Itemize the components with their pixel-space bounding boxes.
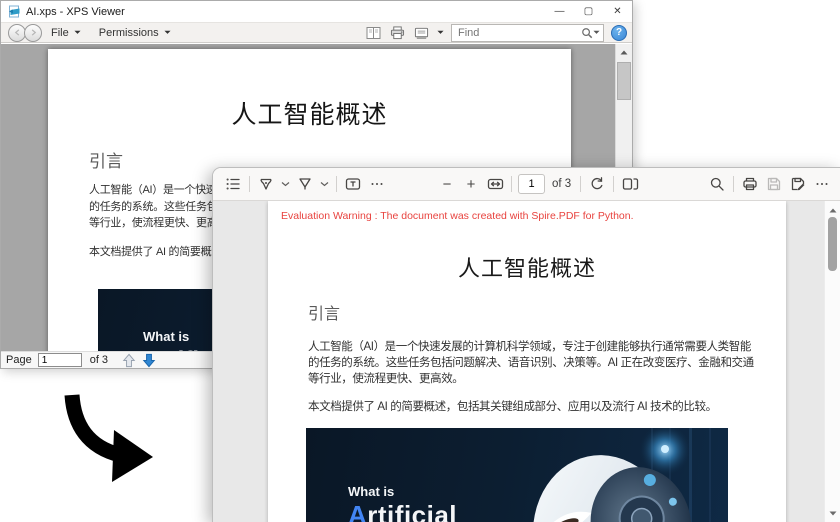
forward-button[interactable] (24, 23, 42, 42)
previous-page-button[interactable] (122, 353, 136, 368)
pdf-page-number-input[interactable] (518, 174, 545, 194)
chevron-down-icon[interactable] (593, 30, 600, 35)
chevron-down-icon (74, 30, 81, 34)
save-button[interactable] (762, 172, 786, 196)
signature-button[interactable] (413, 24, 430, 41)
rotate-button[interactable] (585, 172, 609, 196)
scroll-up-arrow-icon[interactable] (825, 203, 840, 217)
maximize-button[interactable]: ▢ (574, 1, 603, 22)
scroll-up-arrow-icon[interactable] (616, 44, 632, 60)
pdf-toolbar: − + of 3 (213, 168, 840, 201)
curved-arrow-annotation (64, 394, 153, 482)
pdf-scrollbar[interactable] (824, 201, 840, 522)
pdf-toolbar-center: − + of 3 (435, 172, 642, 196)
pdf-viewer-window: − + of 3 (212, 167, 840, 522)
pdf-toolbar-right (705, 172, 834, 196)
more-tools-button[interactable] (365, 172, 389, 196)
search-icon[interactable] (581, 27, 593, 39)
fit-to-width-button[interactable] (483, 172, 507, 196)
pdf-print-button[interactable] (738, 172, 762, 196)
find-box (451, 23, 604, 42)
section-heading: 引言 (89, 152, 123, 171)
xps-window-controls: — ▢ ✕ (545, 1, 632, 22)
xps-toolbar: File Permissions Find ? (1, 22, 632, 43)
caption-rest: rtificial (367, 500, 458, 522)
more-options-button[interactable] (810, 172, 834, 196)
draw-pen-button[interactable] (254, 172, 278, 196)
zoom-in-button[interactable]: + (459, 172, 483, 196)
toolbar-divider (249, 176, 250, 192)
xps-toolbar-right: ? (365, 23, 632, 42)
highlighter-button[interactable] (293, 172, 317, 196)
image-caption-line1: What is (348, 484, 395, 499)
xps-app-icon (8, 5, 21, 18)
image-caption-line2: Artificial (348, 500, 457, 522)
menu-file-label: File (51, 26, 69, 39)
xps-titlebar[interactable]: AI.xps - XPS Viewer — ▢ ✕ (1, 1, 632, 22)
document-title: 人工智能概述 (231, 101, 388, 129)
scroll-down-arrow-icon[interactable] (825, 506, 840, 520)
page-count-label: of 3 (89, 354, 109, 366)
chevron-down-icon[interactable] (437, 30, 444, 35)
paragraph-line: 等行业，使流程更快、更高效。 (308, 373, 464, 385)
image-caption-line1: What is (143, 329, 190, 344)
paragraph-2: 本文档提供了 AI 的简要概述，包括其关键组成部分、应用以及流行 AI 技术的比… (308, 401, 717, 413)
page-number-input[interactable] (37, 353, 82, 367)
zoom-out-button[interactable]: − (435, 172, 459, 196)
document-title: 人工智能概述 (457, 256, 596, 281)
toolbar-divider (613, 176, 615, 192)
search-button[interactable] (705, 172, 729, 196)
toolbar-divider (580, 176, 582, 192)
next-page-button[interactable] (142, 353, 156, 368)
page-view-button[interactable] (618, 172, 642, 196)
draw-pen-dropdown[interactable] (278, 172, 293, 196)
save-as-button[interactable] (786, 172, 810, 196)
close-button[interactable]: ✕ (603, 1, 632, 22)
pdf-document-page: Evaluation Warning : The document was cr… (268, 201, 786, 522)
paragraph-1: 人工智能（AI）是一个快速发展的计算机科学领域，专注于创建能够执行通常需要人类智… (308, 339, 754, 387)
page-label: Page (6, 354, 32, 366)
toolbar-divider (511, 176, 512, 192)
ai-illustration-image: What is Artificial (306, 428, 728, 522)
page-layout-button[interactable] (365, 24, 382, 41)
table-of-contents-button[interactable] (221, 172, 245, 196)
accent-letter: A (348, 500, 368, 522)
navigation-buttons (8, 23, 42, 42)
menu-file[interactable]: File (42, 23, 90, 42)
add-text-button[interactable] (341, 172, 365, 196)
paragraph-line: 的任务的系统。这些任务包括问题解决、语音识别、决策等。AI 正在改变医疗、金融和… (308, 357, 754, 369)
pdf-scrollbar-thumb[interactable] (828, 217, 837, 271)
xps-scrollbar-thumb[interactable] (617, 62, 631, 100)
paragraph-line: 人工智能（AI）是一个快速发展的计算机科学领域，专注于创建能够执行通常需要人类智… (308, 341, 751, 353)
section-heading: 引言 (308, 306, 341, 323)
highlighter-dropdown[interactable] (317, 172, 332, 196)
toolbar-divider (336, 176, 337, 192)
menu-permissions-label: Permissions (98, 26, 159, 39)
minimize-button[interactable]: — (545, 1, 574, 22)
evaluation-warning-text: Evaluation Warning : The document was cr… (281, 210, 634, 222)
find-input[interactable] (458, 26, 581, 39)
menu-permissions[interactable]: Permissions (90, 23, 180, 42)
help-button[interactable]: ? (611, 24, 627, 41)
pdf-document-area: Evaluation Warning : The document was cr… (213, 201, 840, 522)
chevron-down-icon (164, 30, 171, 34)
print-button[interactable] (389, 24, 406, 41)
pdf-page-count-label: of 3 (552, 178, 572, 190)
robot-head-graphic (532, 428, 711, 522)
xps-window-title: AI.xps - XPS Viewer (26, 5, 125, 18)
toolbar-divider (733, 176, 734, 192)
